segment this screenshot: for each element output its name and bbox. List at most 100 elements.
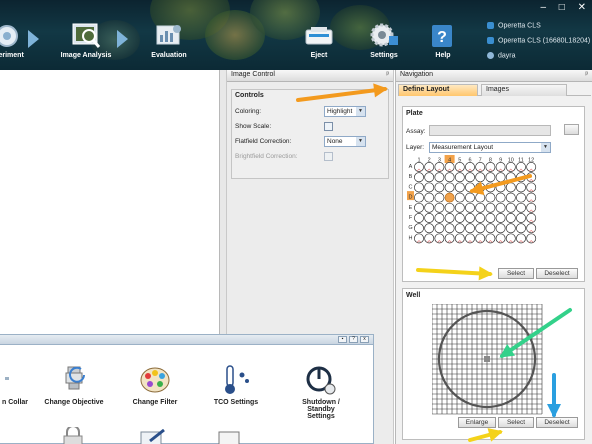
toolbar-settings-button[interactable]: Settings	[362, 22, 406, 66]
plate-well[interactable]	[505, 162, 516, 172]
plate-well[interactable]	[495, 162, 506, 172]
plate-well[interactable]	[516, 213, 526, 223]
plate-well[interactable]	[526, 202, 537, 213]
plate-well[interactable]	[475, 213, 486, 223]
plate-well[interactable]	[495, 182, 506, 193]
plate-well[interactable]	[475, 192, 486, 203]
well-enlarge-button[interactable]: Enlarge	[458, 417, 496, 428]
well-select-button[interactable]: Select	[498, 417, 534, 428]
assay-field[interactable]	[429, 125, 551, 136]
plate-well[interactable]	[485, 202, 496, 213]
plate-well[interactable]	[434, 233, 445, 244]
plate-well[interactable]	[454, 182, 465, 193]
plate-well[interactable]	[465, 172, 475, 183]
plate-well[interactable]	[516, 172, 526, 183]
plate-well[interactable]	[454, 213, 465, 223]
plate-well[interactable]	[465, 202, 475, 213]
plate-well[interactable]	[465, 182, 475, 193]
plate-well[interactable]	[434, 223, 445, 234]
plate-well[interactable]	[516, 162, 526, 172]
plate-well[interactable]	[485, 182, 496, 193]
pin-icon[interactable]: ᵖ	[386, 71, 389, 78]
well-field-grid[interactable]	[432, 304, 552, 416]
plate-well[interactable]	[505, 202, 516, 213]
plate-select-button[interactable]: Select	[498, 268, 534, 279]
palette-restore-button[interactable]: ▪	[338, 336, 347, 343]
plate-well[interactable]	[526, 172, 537, 183]
plate-well[interactable]	[414, 223, 424, 234]
image-viewer[interactable]	[0, 70, 220, 340]
plate-well[interactable]	[475, 172, 486, 183]
plate-well[interactable]	[485, 192, 496, 203]
plate-well[interactable]	[414, 213, 424, 223]
palette-help-button[interactable]: ?	[349, 336, 358, 343]
change-objective-button[interactable]: Change Objective	[40, 365, 108, 406]
palette-close-button[interactable]: x	[360, 336, 369, 343]
user-status[interactable]: dayra	[487, 52, 516, 59]
plate-well[interactable]	[516, 202, 526, 213]
well-deselect-button[interactable]: Deselect	[536, 417, 578, 428]
toolbar-help-button[interactable]: ? Help	[425, 22, 461, 66]
plate-well[interactable]	[505, 233, 516, 244]
plate-well[interactable]	[495, 233, 506, 244]
plate-well[interactable]	[465, 213, 475, 223]
tco-settings-button[interactable]: TCO Settings	[208, 365, 264, 406]
maximize-button[interactable]: □	[559, 2, 565, 13]
plate-deselect-button[interactable]: Deselect	[536, 268, 578, 279]
plate-well[interactable]	[516, 233, 526, 244]
plate-well[interactable]	[485, 213, 496, 223]
plate-well[interactable]	[434, 213, 445, 223]
plate-map[interactable]: 1 2 3 4 5 6 7 8 9 10 11 12ABCDEFGH	[407, 155, 547, 261]
lock-icon[interactable]	[62, 427, 84, 444]
plate-well[interactable]	[414, 162, 424, 172]
plate-well[interactable]	[444, 223, 455, 234]
plate-well[interactable]	[526, 162, 537, 172]
plate-well[interactable]	[454, 223, 465, 234]
plate-well[interactable]	[434, 182, 445, 193]
plate-well[interactable]	[434, 192, 445, 203]
plate-well[interactable]	[485, 162, 496, 172]
plate-well[interactable]	[505, 192, 516, 203]
plate-well[interactable]	[434, 162, 445, 172]
plate-well[interactable]	[454, 172, 465, 183]
minimize-button[interactable]: –	[540, 2, 546, 13]
change-filter-button[interactable]: Change Filter	[126, 365, 184, 406]
document-icon[interactable]	[218, 431, 242, 444]
plate-well[interactable]	[424, 223, 435, 234]
plate-well[interactable]	[526, 213, 537, 223]
plate-well[interactable]	[465, 233, 475, 244]
pin-icon[interactable]: ᵖ	[585, 71, 588, 78]
plate-well[interactable]	[444, 233, 455, 244]
plate-well[interactable]	[526, 223, 537, 234]
plate-well[interactable]	[424, 162, 435, 172]
plate-well[interactable]	[505, 213, 516, 223]
plate-well[interactable]	[465, 192, 475, 203]
plate-well[interactable]	[505, 182, 516, 193]
plate-well[interactable]	[444, 172, 455, 183]
plate-well[interactable]	[444, 162, 455, 172]
plate-well[interactable]	[454, 192, 465, 203]
plate-row-label[interactable]: A	[409, 164, 413, 170]
toolbar-image-analysis-button[interactable]: Image Analysis	[58, 22, 114, 66]
selected-field[interactable]	[484, 356, 490, 362]
plate-well[interactable]	[526, 192, 537, 203]
plate-well[interactable]	[454, 233, 465, 244]
edit-icon[interactable]	[140, 429, 166, 444]
close-button[interactable]: ✕	[578, 2, 586, 13]
plate-well[interactable]	[465, 162, 475, 172]
plate-well[interactable]	[475, 182, 486, 193]
plate-well[interactable]	[495, 192, 506, 203]
plate-well[interactable]	[465, 223, 475, 234]
plate-well[interactable]	[414, 182, 424, 193]
plate-well[interactable]	[434, 202, 445, 213]
layer-select[interactable]: Measurement Layout ▼	[429, 142, 551, 153]
plate-row-label[interactable]: B	[409, 174, 413, 180]
plate-well[interactable]	[516, 182, 526, 193]
plate-well[interactable]	[475, 223, 486, 234]
plate-well[interactable]	[434, 172, 445, 183]
plate-well[interactable]	[485, 172, 496, 183]
plate-well[interactable]	[444, 213, 455, 223]
plate-well[interactable]	[424, 233, 435, 244]
plate-well[interactable]	[475, 202, 486, 213]
brightfield-checkbox[interactable]	[324, 152, 333, 161]
